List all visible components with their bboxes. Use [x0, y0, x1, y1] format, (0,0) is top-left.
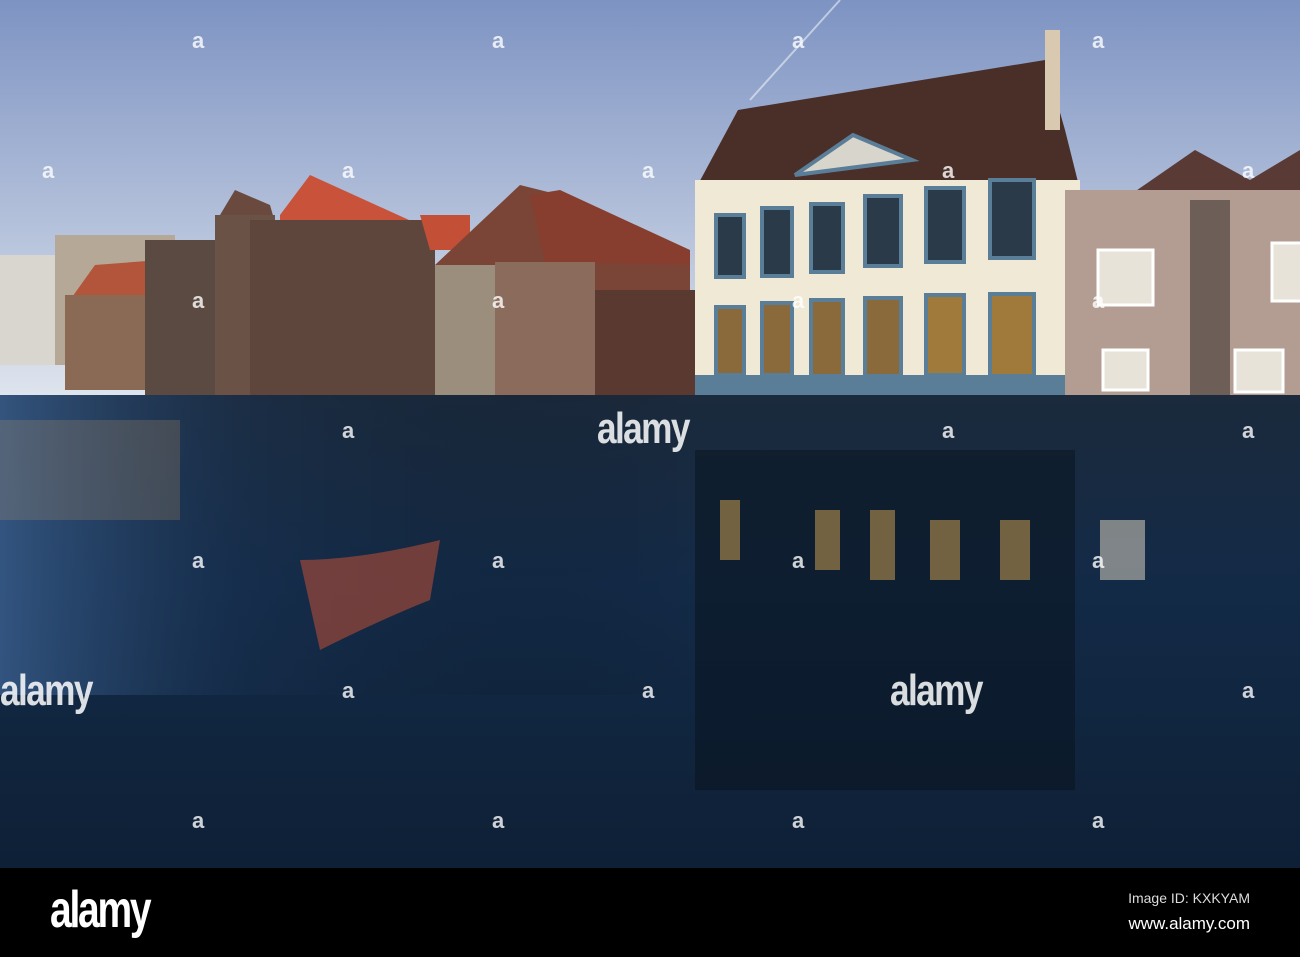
watermark-mark: a	[1242, 678, 1255, 703]
watermark-alamy: alamy	[0, 666, 93, 715]
watermark-mark: a	[342, 678, 355, 703]
watermark-mark: a	[642, 678, 655, 703]
watermark-mark: a	[792, 288, 805, 313]
alamy-logo: alamy	[50, 881, 152, 939]
watermark-mark: a	[1242, 418, 1255, 443]
watermark-mark: a	[942, 418, 955, 443]
watermark-mark: a	[192, 808, 205, 833]
watermark-mark: a	[1092, 548, 1105, 573]
watermark-alamy: alamy	[597, 404, 690, 453]
watermark-mark: a	[492, 28, 505, 53]
watermark-mark: a	[342, 418, 355, 443]
watermark-mark: a	[792, 28, 805, 53]
watermark-mark: a	[1092, 28, 1105, 53]
watermark-mark: a	[792, 808, 805, 833]
watermark-mark: a	[42, 158, 55, 183]
watermark-alamy: alamy	[890, 666, 983, 715]
watermark-mark: a	[192, 288, 205, 313]
watermark-mark: a	[1092, 288, 1105, 313]
watermark-mark: a	[942, 158, 955, 183]
watermark-mark: a	[492, 288, 505, 313]
canal-photo: alamy alamy alamy a a a a a a a a a a a …	[0, 0, 1300, 868]
watermark-mark: a	[1242, 158, 1255, 183]
watermark-mark: a	[792, 548, 805, 573]
watermark-mark: a	[492, 548, 505, 573]
site-url: www.alamy.com	[1128, 914, 1250, 933]
watermark-mark: a	[1092, 808, 1105, 833]
watermark-mark: a	[642, 158, 655, 183]
watermark-mark: a	[342, 158, 355, 183]
image-id: Image ID: KXKYAM	[1128, 890, 1250, 906]
footer-bar: alamy Image ID: KXKYAM www.alamy.com	[0, 868, 1300, 957]
watermark-mark: a	[192, 548, 205, 573]
watermark-mark: a	[492, 808, 505, 833]
watermark-mark: a	[192, 28, 205, 53]
